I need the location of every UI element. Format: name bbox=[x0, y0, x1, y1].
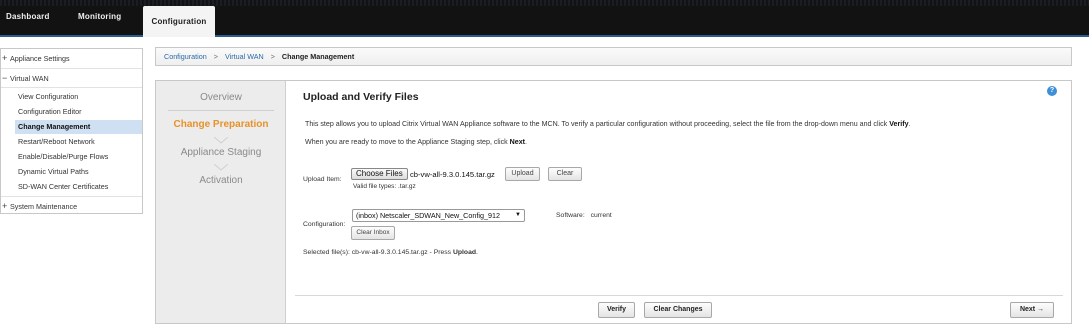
instruction-text-part: When you are ready to move to the Applia… bbox=[305, 138, 510, 146]
divider bbox=[1, 196, 142, 197]
sidebar-item-enable-disable-purge-flows[interactable]: Enable/Disable/Purge Flows bbox=[18, 150, 108, 164]
expand-plus-icon[interactable]: + bbox=[2, 51, 10, 65]
breadcrumb-separator: > bbox=[213, 52, 218, 61]
clear-changes-button[interactable]: Clear Changes bbox=[644, 302, 712, 318]
sidebar: + Appliance Settings − Virtual WAN View Co… bbox=[0, 48, 143, 214]
breadcrumb-separator: > bbox=[270, 52, 275, 61]
configuration-label: Configuration: bbox=[303, 221, 346, 228]
instruction-text-part: This step allows you to upload Citrix Vi… bbox=[305, 120, 890, 128]
sidebar-item-configuration-editor[interactable]: Configuration Editor bbox=[18, 105, 82, 119]
sidebar-item-change-management[interactable]: Change Management bbox=[15, 120, 142, 134]
tab-configuration[interactable]: Configuration bbox=[143, 6, 215, 37]
top-navigation-bar: Dashboard Monitoring Configuration bbox=[0, 0, 1089, 37]
page-title: Upload and Verify Files bbox=[303, 91, 419, 103]
upload-item-label: Upload Item: bbox=[303, 176, 342, 183]
wizard-steps: Overview Change Preparation Appliance St… bbox=[156, 81, 286, 323]
collapse-minus-icon[interactable]: − bbox=[2, 71, 10, 85]
selected-files-part: . bbox=[476, 249, 478, 256]
divider bbox=[295, 295, 1063, 296]
sidebar-item-label: System Maintenance bbox=[10, 202, 78, 211]
next-button[interactable]: Next → bbox=[1010, 302, 1054, 318]
instruction-text-bold: Next bbox=[509, 138, 526, 146]
selected-files-bold: Upload bbox=[452, 249, 477, 256]
clear-inbox-button[interactable]: Clear Inbox bbox=[351, 226, 395, 240]
divider bbox=[168, 110, 274, 111]
dropdown-arrow-icon: ▼ bbox=[515, 212, 521, 218]
help-icon[interactable]: ? bbox=[1047, 86, 1057, 96]
tab-monitoring[interactable]: Monitoring bbox=[78, 12, 121, 21]
sidebar-item-label: Appliance Settings bbox=[10, 54, 70, 63]
step-change-preparation[interactable]: Change Preparation bbox=[156, 119, 286, 130]
sidebar-item-label: Virtual WAN bbox=[10, 74, 49, 83]
software-label-text: Software: bbox=[556, 212, 585, 219]
sidebar-item-restart-reboot-network[interactable]: Restart/Reboot Network bbox=[18, 135, 95, 149]
instruction-text: This step allows you to upload Citrix Vi… bbox=[305, 120, 911, 128]
breadcrumb-current: Change Management bbox=[281, 52, 355, 61]
next-instruction-text: When you are ready to move to the Applia… bbox=[305, 138, 527, 146]
selected-files-text: Selected file(s): cb-vw-all-9.3.0.145.ta… bbox=[303, 249, 478, 256]
choose-files-button[interactable]: Choose Files bbox=[351, 168, 408, 180]
configuration-selected-value: (inbox) Netscaler_SDWAN_New_Config_912 bbox=[356, 211, 500, 220]
sidebar-item-system-maintenance[interactable]: + System Maintenance bbox=[2, 199, 77, 213]
chevron-down-icon bbox=[214, 137, 228, 144]
software-value: current bbox=[590, 212, 612, 219]
verify-button[interactable]: Verify bbox=[598, 302, 635, 318]
instruction-text-part: . bbox=[908, 120, 911, 128]
instruction-text-part: . bbox=[525, 138, 528, 146]
divider bbox=[1, 68, 142, 69]
change-management-panel: Overview Change Preparation Appliance St… bbox=[155, 80, 1072, 324]
sidebar-item-view-configuration[interactable]: View Configuration bbox=[18, 90, 78, 104]
sidebar-item-dynamic-virtual-paths[interactable]: Dynamic Virtual Paths bbox=[18, 165, 89, 179]
upload-button[interactable]: Upload bbox=[505, 167, 540, 181]
step-appliance-staging[interactable]: Appliance Staging bbox=[156, 147, 286, 158]
sidebar-item-sdwan-center-certificates[interactable]: SD-WAN Center Certificates bbox=[18, 180, 108, 194]
tab-dashboard[interactable]: Dashboard bbox=[6, 12, 50, 21]
clear-button[interactable]: Clear bbox=[548, 167, 582, 181]
breadcrumb-virtual-wan[interactable]: Virtual WAN bbox=[225, 52, 264, 61]
chosen-file-name: cb-vw-all-9.3.0.145.tar.gz bbox=[410, 170, 495, 179]
expand-plus-icon[interactable]: + bbox=[2, 199, 10, 213]
breadcrumb-configuration[interactable]: Configuration bbox=[164, 52, 207, 61]
sidebar-item-appliance-settings[interactable]: + Appliance Settings bbox=[2, 51, 70, 65]
divider bbox=[1, 87, 142, 88]
breadcrumb: Configuration > Virtual WAN > Change Man… bbox=[155, 47, 1072, 66]
step-overview[interactable]: Overview bbox=[156, 92, 286, 103]
step-activation[interactable]: Activation bbox=[156, 175, 286, 186]
configuration-select[interactable]: (inbox) Netscaler_SDWAN_New_Config_912 ▼ bbox=[352, 209, 525, 222]
selected-files-part: Selected file(s): cb-vw-all-9.3.0.145.ta… bbox=[303, 249, 453, 256]
valid-file-types-text: Valid file types: .tar.gz bbox=[353, 183, 416, 190]
chevron-down-icon bbox=[214, 164, 228, 171]
sidebar-item-virtual-wan[interactable]: − Virtual WAN bbox=[2, 71, 49, 85]
software-label: Software: current bbox=[556, 212, 612, 219]
instruction-text-bold: Verify bbox=[889, 120, 909, 128]
content-area: Upload and Verify Files ? This step allo… bbox=[287, 81, 1071, 323]
